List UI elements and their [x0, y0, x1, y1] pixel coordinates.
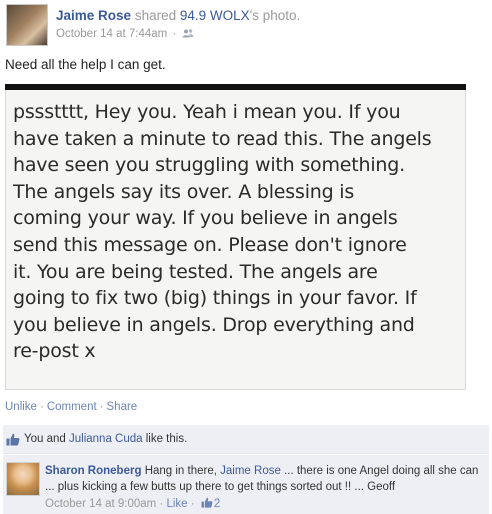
likes-text: You and Julianna Cuda like this.: [24, 433, 187, 445]
photo-text-line: have seen you struggling with something.: [13, 154, 405, 177]
likes-summary: You and Julianna Cuda like this.: [3, 425, 489, 454]
photo-text-line: you believe in angels. Drop everything a…: [13, 313, 415, 336]
friends-icon[interactable]: [182, 29, 194, 38]
photo-text-line: re-post x: [13, 340, 96, 363]
share-link[interactable]: Share: [107, 401, 138, 413]
comment-mention-link[interactable]: Jaime Rose: [220, 465, 281, 477]
likes-you: You and: [24, 433, 66, 445]
comment-like-link[interactable]: Like: [166, 498, 187, 510]
action-separator: ·: [99, 401, 104, 413]
liker-name-link[interactable]: Julianna Cuda: [69, 433, 143, 445]
photo-text-line: going to fix two (big) things in your fa…: [13, 287, 417, 310]
author-avatar[interactable]: [6, 4, 48, 46]
photo-text-line: The angels say its over. A blessing is: [13, 180, 355, 203]
meta-separator: ·: [172, 28, 177, 40]
comment-timestamp[interactable]: October 14 at 9:00am: [45, 498, 156, 510]
thumbs-up-icon: [6, 433, 20, 446]
comment-text-before: Hang in there,: [144, 465, 217, 477]
photo-top-border: [5, 84, 466, 90]
likes-suffix: like this.: [145, 433, 188, 445]
photo-text: pssstttt, Hey you. Yeah i mean you. If y…: [13, 99, 461, 365]
author-name-link[interactable]: Jaime Rose: [56, 8, 131, 23]
photo-text-line: coming your way. If you believe in angel…: [13, 207, 398, 230]
comment-meta: October 14 at 9:00am · Like · 2: [45, 497, 220, 510]
action-separator: ·: [39, 401, 44, 413]
photo-text-line: send this message on. Please don't ignor…: [13, 233, 407, 256]
shared-photo[interactable]: pssstttt, Hey you. Yeah i mean you. If y…: [5, 84, 466, 390]
photo-text-line: pssstttt, Hey you. Yeah i mean you. If y…: [13, 101, 401, 123]
post-meta: October 14 at 7:44am ·: [56, 28, 194, 40]
unlike-link[interactable]: Unlike: [5, 401, 37, 413]
thumbs-up-icon: [201, 497, 213, 508]
author-line: Jaime Rose shared 94.9 WOLX's photo.: [56, 8, 300, 23]
post-header: Jaime Rose shared 94.9 WOLX's photo. Oct…: [4, 3, 488, 47]
shared-source-link[interactable]: 94.9 WOLX: [180, 8, 250, 23]
comment-link[interactable]: Comment: [47, 401, 97, 413]
comment-meta-separator: ·: [190, 498, 195, 510]
shared-suffix: 's photo.: [249, 8, 301, 23]
photo-text-line: have taken a minute to read this. The an…: [13, 127, 432, 150]
post-timestamp[interactable]: October 14 at 7:44am: [56, 28, 167, 40]
comment: Sharon Roneberg Hang in there, Jaime Ros…: [3, 455, 489, 514]
comment-body: Sharon Roneberg Hang in there, Jaime Ros…: [45, 463, 485, 495]
photo-text-line: it. You are being tested. The angels are: [13, 260, 378, 283]
shared-verb: shared: [134, 8, 177, 23]
post-actions: Unlike · Comment · Share: [5, 401, 137, 413]
comment-author-link[interactable]: Sharon Roneberg: [45, 465, 141, 477]
comment-like-count[interactable]: 2: [214, 498, 220, 510]
commenter-avatar[interactable]: [6, 462, 40, 496]
status-text: Need all the help I can get.: [5, 57, 166, 72]
comment-meta-separator: ·: [159, 498, 164, 510]
